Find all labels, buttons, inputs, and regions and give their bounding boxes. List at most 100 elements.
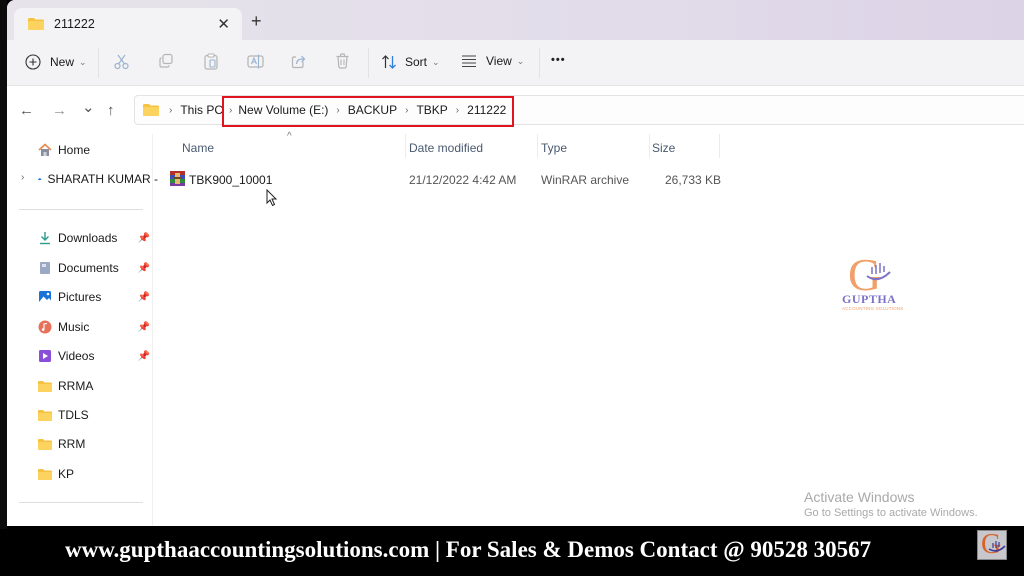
logo-subtitle: ACCOUNTING SOLUTIONS bbox=[842, 306, 904, 311]
folder-icon bbox=[38, 469, 52, 480]
winrar-archive-icon bbox=[170, 171, 185, 186]
mouse-cursor-icon bbox=[266, 189, 278, 207]
sort-ascending-indicator: ^ bbox=[287, 131, 292, 142]
banner-text: www.gupthaaccountingsolutions.com | For … bbox=[65, 537, 872, 562]
sort-label: Sort bbox=[405, 55, 428, 69]
pin-icon[interactable]: 📌 bbox=[138, 233, 150, 244]
column-header-name[interactable]: Name bbox=[182, 141, 214, 155]
pictures-icon bbox=[39, 291, 51, 303]
more-options-button[interactable]: ••• bbox=[551, 54, 566, 66]
forward-button[interactable]: → bbox=[52, 102, 67, 119]
command-bar: New ⌄ Sort ⌄ View ⌄ ••• bbox=[7, 40, 1024, 86]
view-button[interactable]: View ⌄ bbox=[461, 54, 524, 68]
sidebar-item-downloads[interactable]: Downloads 📌 bbox=[38, 231, 150, 245]
paste-icon[interactable] bbox=[203, 53, 219, 70]
sidebar-divider bbox=[19, 502, 143, 503]
column-divider[interactable] bbox=[405, 134, 406, 158]
path-highlight-annotation bbox=[222, 96, 514, 127]
breadcrumb-separator: › bbox=[169, 104, 173, 116]
back-button[interactable]: ← bbox=[19, 102, 34, 119]
column-header-date-modified[interactable]: Date modified bbox=[409, 141, 483, 155]
sidebar-divider bbox=[19, 209, 143, 210]
sidebar-item-documents[interactable]: Documents 📌 bbox=[38, 261, 150, 275]
chevron-down-icon: ⌄ bbox=[516, 55, 525, 66]
chevron-down-icon: ⌄ bbox=[432, 56, 440, 67]
toolbar-divider bbox=[368, 48, 369, 78]
new-button[interactable]: New ⌄ bbox=[25, 54, 87, 70]
recent-locations-button[interactable]: ⌄ bbox=[82, 98, 95, 116]
pin-icon[interactable]: 📌 bbox=[138, 292, 150, 303]
breadcrumb-this-pc[interactable]: This PC bbox=[180, 103, 223, 117]
pin-icon[interactable]: 📌 bbox=[138, 322, 150, 333]
folder-icon bbox=[38, 410, 52, 421]
sidebar-item-tdls[interactable]: TDLS bbox=[38, 408, 150, 422]
guptha-watermark-logo: G GUPTHA ACCOUNTING SOLUTIONS bbox=[838, 252, 908, 314]
sidebar-item-onedrive[interactable]: SHARATH KUMAR - bbox=[38, 172, 158, 186]
copy-icon[interactable] bbox=[158, 53, 174, 69]
column-divider[interactable] bbox=[719, 134, 720, 158]
pin-icon[interactable]: 📌 bbox=[138, 263, 150, 274]
new-label: New bbox=[50, 55, 75, 69]
sidebar-item-label: Downloads bbox=[58, 231, 118, 245]
growth-swoosh-icon bbox=[866, 263, 891, 281]
sidebar-item-label: RRM bbox=[58, 437, 86, 451]
share-icon[interactable] bbox=[291, 53, 307, 69]
chevron-down-icon: ⌄ bbox=[79, 56, 87, 67]
folder-icon bbox=[38, 439, 52, 450]
sort-button[interactable]: Sort ⌄ bbox=[381, 54, 440, 70]
file-name: TBK900_10001 bbox=[189, 173, 273, 187]
navigation-pane: Home › SHARATH KUMAR - Downloads 📌 Docum… bbox=[7, 134, 158, 526]
videos-icon bbox=[39, 350, 51, 362]
file-size: 26,733 KB bbox=[665, 173, 722, 187]
up-button[interactable]: ↑ bbox=[107, 102, 115, 119]
tab-title: 211222 bbox=[54, 17, 95, 31]
logo-name: GUPTHA bbox=[842, 292, 897, 306]
toolbar-divider bbox=[539, 48, 540, 78]
sidebar-item-kp[interactable]: KP bbox=[38, 467, 150, 481]
sidebar-item-rrm[interactable]: RRM bbox=[38, 437, 150, 451]
sidebar-item-videos[interactable]: Videos 📌 bbox=[38, 349, 150, 363]
sidebar-item-rrma[interactable]: RRMA bbox=[38, 379, 150, 393]
sidebar-item-label: Videos bbox=[58, 349, 95, 363]
folder-icon bbox=[38, 381, 52, 392]
column-header-size[interactable]: Size bbox=[652, 141, 675, 155]
growth-swoosh-icon bbox=[988, 541, 1006, 552]
sidebar-item-label: Music bbox=[58, 320, 90, 334]
title-bar: 211222 ✕ + bbox=[7, 0, 1024, 40]
sidebar-item-label: KP bbox=[58, 467, 75, 481]
file-list: ^ Name Date modified Type Size TBK900_10… bbox=[153, 131, 1024, 526]
sidebar-item-label: Documents bbox=[58, 261, 119, 275]
sidebar-item-home[interactable]: Home bbox=[38, 143, 150, 157]
music-icon bbox=[38, 320, 52, 334]
sort-icon bbox=[382, 55, 396, 69]
expand-chevron-icon[interactable]: › bbox=[21, 172, 24, 183]
view-label: View bbox=[486, 54, 512, 68]
activate-windows-notice: Activate Windows Go to Settings to activ… bbox=[804, 489, 978, 519]
tab-211222[interactable]: 211222 ✕ bbox=[14, 8, 242, 40]
sidebar-item-label: TDLS bbox=[58, 408, 89, 422]
sidebar-item-label: Pictures bbox=[58, 290, 102, 304]
toolbar-divider bbox=[98, 48, 99, 78]
file-explorer-window: 211222 ✕ + New ⌄ Sort ⌄ View ⌄ ••• ← → ⌄… bbox=[7, 0, 1024, 526]
banner-logo: G bbox=[977, 529, 1007, 560]
activation-message: Go to Settings to activate Windows. bbox=[804, 507, 978, 519]
delete-icon[interactable] bbox=[335, 53, 350, 69]
activation-title: Activate Windows bbox=[804, 489, 915, 505]
file-row[interactable]: TBK900_10001 21/12/2022 4:42 AM WinRAR a… bbox=[170, 170, 730, 190]
folder-icon bbox=[28, 18, 44, 30]
column-header-type[interactable]: Type bbox=[541, 141, 567, 155]
sidebar-item-music[interactable]: Music 📌 bbox=[38, 320, 150, 334]
screen-edge bbox=[0, 0, 7, 529]
close-tab-button[interactable]: ✕ bbox=[217, 15, 230, 33]
column-divider[interactable] bbox=[649, 134, 650, 158]
plus-circle-icon bbox=[25, 54, 41, 70]
pin-icon[interactable]: 📌 bbox=[138, 351, 150, 362]
rename-icon[interactable] bbox=[247, 53, 264, 70]
onedrive-cloud-icon bbox=[38, 178, 42, 181]
sidebar-item-pictures[interactable]: Pictures 📌 bbox=[38, 290, 150, 304]
column-divider[interactable] bbox=[537, 134, 538, 158]
new-tab-button[interactable]: + bbox=[251, 11, 262, 32]
downloads-icon bbox=[40, 232, 50, 245]
cut-icon[interactable] bbox=[113, 53, 130, 70]
view-list-icon bbox=[462, 55, 476, 68]
